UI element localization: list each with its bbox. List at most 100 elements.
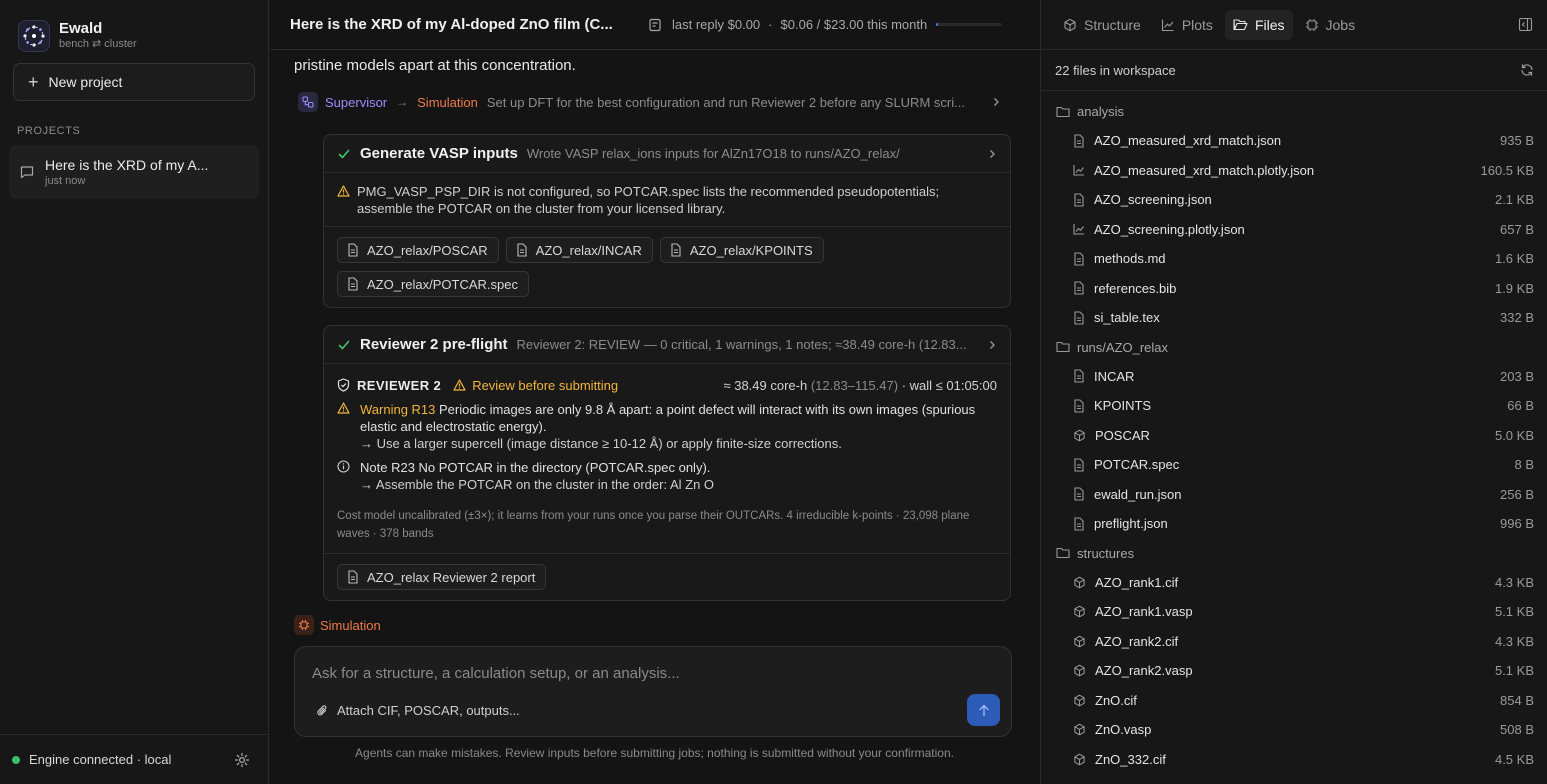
file-chip-label: AZO_relax/INCAR: [535, 242, 642, 258]
file-name: INCAR: [1094, 368, 1135, 384]
file-size: 854 B: [1500, 692, 1534, 708]
check-icon: [337, 338, 351, 352]
file-row[interactable]: ZnO.cif 854 B: [1041, 686, 1547, 716]
cost-estimate: ≈ 38.49 core-h (12.83–115.47) · wall ≤ 0…: [723, 378, 997, 393]
file-row[interactable]: AZO_measured_xrd_match.plotly.json 160.5 …: [1041, 156, 1547, 186]
step-card-generate-inputs: Generate VASP inputs Wrote VASP relax_io…: [323, 134, 1011, 308]
chevron-right-icon: [987, 340, 997, 350]
warning-text: PMG_VASP_PSP_DIR is not configured, so P…: [357, 184, 940, 216]
tab-jobs[interactable]: Jobs: [1297, 10, 1364, 40]
cube-icon: [1073, 635, 1095, 648]
folder-name: runs/AZO_relax: [1077, 339, 1169, 355]
file-row[interactable]: KPOINTS 66 B: [1041, 391, 1547, 421]
file-size: 66 B: [1507, 398, 1534, 414]
folder-open-icon: [1233, 19, 1248, 31]
cube-icon: [1064, 18, 1076, 31]
folder-row[interactable]: runs/AZO_relax: [1041, 333, 1547, 362]
status-dot: [12, 755, 20, 764]
file-row[interactable]: ewald_run.json 256 B: [1041, 480, 1547, 510]
file-row[interactable]: AZO_rank1.cif 4.3 KB: [1041, 568, 1547, 598]
chip-icon: [1305, 18, 1318, 31]
file-row[interactable]: AZO_rank1.vasp 5.1 KB: [1041, 597, 1547, 627]
file-name: AZO_screening.plotly.json: [1094, 221, 1245, 237]
file-row[interactable]: ZnO.vasp 508 B: [1041, 715, 1547, 745]
file-row[interactable]: AZO_screening.json 2.1 KB: [1041, 185, 1547, 215]
file-row[interactable]: ZnO_332.cif 4.5 KB: [1041, 745, 1547, 775]
file-row[interactable]: methods.md 1.6 KB: [1041, 244, 1547, 274]
reviewer-summary: REVIEWER 2 Review before submitting ≈ 38…: [324, 364, 1010, 394]
file-row[interactable]: AZO_measured_xrd_match.json 935 B: [1041, 126, 1547, 156]
send-button[interactable]: [967, 694, 1000, 726]
refresh-icon[interactable]: [1520, 63, 1534, 77]
brand: Ewald bench ⇄ cluster: [0, 0, 268, 54]
cost-model-note: Cost model uncalibrated (±3×); it learns…: [324, 499, 1010, 554]
file-size: 5.0 KB: [1494, 427, 1534, 443]
file-row[interactable]: POTCAR.spec 8 B: [1041, 450, 1547, 480]
file-name: POTCAR.spec: [1094, 457, 1180, 473]
collapse-panel-icon[interactable]: [1518, 17, 1533, 32]
gear-icon[interactable]: [234, 752, 250, 768]
file-chips: AZO_relax/POSCAR AZO_relax/INCAR AZO_rel…: [324, 227, 1010, 307]
file-size: 4.3 KB: [1494, 574, 1534, 590]
project-item[interactable]: Here is the XRD of my A... just now: [9, 145, 259, 199]
step-header[interactable]: Reviewer 2 pre-flight Reviewer 2: REVIEW…: [324, 326, 1010, 364]
agent-route[interactable]: Supervisor → Simulation Set up DFT for t…: [269, 92, 1040, 112]
tab-plots[interactable]: Plots: [1153, 10, 1221, 40]
tab-files[interactable]: Files: [1224, 9, 1293, 40]
core-hours-range: (12.83–115.47): [810, 377, 899, 393]
file-chip[interactable]: AZO_relax/KPOINTS: [659, 237, 824, 263]
file-row[interactable]: preflight.json 996 B: [1041, 509, 1547, 539]
step-header[interactable]: Generate VASP inputs Wrote VASP relax_io…: [324, 135, 1010, 173]
step-title: Reviewer 2 pre-flight: [360, 336, 508, 353]
warning-fix: → Use a larger supercell (image distance…: [360, 436, 842, 451]
file-size: 203 B: [1500, 368, 1534, 384]
step-description: Reviewer 2: REVIEW — 0 critical, 1 warni…: [516, 337, 967, 352]
file-row[interactable]: POSCAR 5.0 KB: [1041, 421, 1547, 451]
file-size: 1.9 KB: [1494, 280, 1534, 296]
file-chip[interactable]: AZO_relax/POTCAR.spec: [337, 271, 529, 297]
report-chip[interactable]: AZO_relax Reviewer 2 report: [337, 564, 547, 590]
logo-icon: [18, 19, 50, 52]
file-size: 657 B: [1500, 221, 1534, 237]
message-input[interactable]: Ask for a structure, a calculation setup…: [312, 665, 680, 682]
check-icon: [337, 147, 351, 161]
file-row[interactable]: AZO_rank2.vasp 5.1 KB: [1041, 656, 1547, 686]
folder-row[interactable]: analysis: [1041, 97, 1547, 126]
project-time: just now: [45, 175, 86, 187]
file-chip[interactable]: AZO_relax/INCAR: [505, 237, 653, 263]
file-chip-label: AZO_relax/KPOINTS: [689, 242, 813, 258]
file-row[interactable]: si_table.tex 332 B: [1041, 303, 1547, 333]
tab-label: Structure: [1084, 16, 1141, 33]
file-tree: analysis AZO_measured_xrd_match.json 935 B…: [1041, 91, 1547, 774]
warning-icon: [453, 379, 466, 391]
projects-heading: PROJECTS: [17, 125, 81, 137]
warning-icon: [337, 185, 350, 217]
budget-fill: [936, 23, 939, 26]
file-icon: [1073, 134, 1094, 148]
file-size: 8 B: [1514, 457, 1534, 473]
file-name: AZO_rank1.vasp: [1095, 604, 1193, 620]
app-subtitle: bench ⇄ cluster: [59, 38, 137, 50]
shield-icon: [337, 378, 350, 392]
file-icon: [1073, 369, 1094, 383]
attach-button[interactable]: Attach CIF, POSCAR, outputs...: [316, 703, 520, 718]
file-row[interactable]: AZO_rank2.cif 4.3 KB: [1041, 627, 1547, 657]
monthly-spend: $0.06 / $23.00 this month: [780, 17, 928, 32]
file-row[interactable]: references.bib 1.9 KB: [1041, 274, 1547, 304]
cube-icon: [1073, 429, 1095, 442]
new-project-button[interactable]: + New project: [13, 63, 255, 101]
file-size: 256 B: [1500, 486, 1534, 502]
file-size: 4.5 KB: [1494, 751, 1534, 767]
disclaimer: Agents can make mistakes. Review inputs …: [355, 746, 954, 760]
active-agent-label: Simulation: [320, 617, 381, 633]
folder-row[interactable]: structures: [1041, 539, 1547, 568]
tab-structure[interactable]: Structure: [1055, 10, 1149, 40]
file-row[interactable]: INCAR 203 B: [1041, 362, 1547, 392]
file-chip[interactable]: AZO_relax/POSCAR: [337, 237, 499, 263]
file-row[interactable]: AZO_screening.plotly.json 657 B: [1041, 215, 1547, 245]
warning-text: Periodic images are only 9.8 Å apart: a …: [360, 402, 976, 434]
file-chip-label: AZO_relax/POTCAR.spec: [367, 276, 518, 292]
report-chip-label: AZO_relax Reviewer 2 report: [367, 569, 536, 585]
file-icon: [1073, 399, 1094, 413]
note-text: Note R23 No POTCAR in the directory (POT…: [360, 460, 711, 475]
